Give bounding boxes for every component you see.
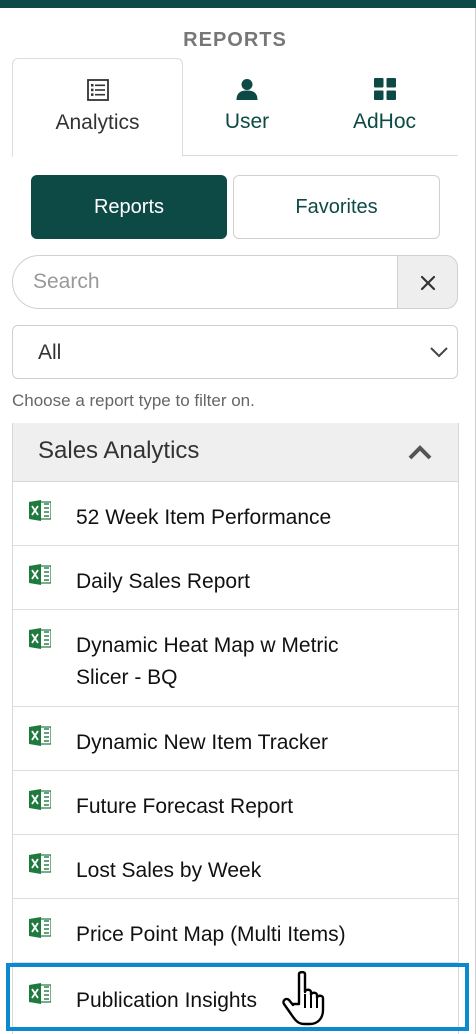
- chevron-up-icon: [408, 445, 432, 460]
- tab-bar: Analytics User AdHoc: [12, 58, 458, 157]
- report-item-label: Daily Sales Report: [76, 570, 250, 593]
- report-item[interactable]: Daily Sales Report: [13, 546, 458, 610]
- search-input[interactable]: [12, 255, 398, 309]
- report-item[interactable]: 52 Week Item Performance: [13, 482, 458, 546]
- report-item-label: Dynamic New Item Tracker: [76, 731, 329, 754]
- report-item[interactable]: Lost Sales by Week: [13, 835, 458, 899]
- report-item-label: Future Forecast Report: [76, 795, 294, 818]
- chevron-down-icon: [430, 347, 448, 358]
- clear-search-button[interactable]: [397, 255, 458, 309]
- tab-analytics[interactable]: Analytics: [12, 58, 183, 157]
- report-group-panel: Sales Analytics 52 Week Item Performance…: [12, 423, 459, 1034]
- excel-icon: [29, 725, 51, 746]
- excel-icon: [29, 917, 51, 938]
- selection-highlight: [6, 963, 469, 1031]
- tab-adhoc[interactable]: AdHoc: [322, 58, 447, 156]
- report-type-select[interactable]: All: [12, 325, 458, 379]
- user-icon: [236, 79, 258, 100]
- excel-icon: [29, 853, 51, 874]
- group-title: Sales Analytics: [38, 437, 200, 464]
- top-bar: [0, 0, 476, 8]
- report-item-label: Price Point Map (Multi Items): [76, 923, 346, 946]
- reports-button[interactable]: Reports: [31, 175, 227, 239]
- group-header-sales-analytics[interactable]: Sales Analytics: [13, 423, 458, 482]
- report-item-label: Lost Sales by Week: [76, 859, 262, 882]
- report-item-label: Dynamic Heat Map w Metric Slicer - BQ: [76, 634, 339, 689]
- favorites-button[interactable]: Favorites: [233, 175, 440, 239]
- tab-label: Analytics: [55, 111, 140, 134]
- report-item[interactable]: Price Point Map (Multi Items): [13, 899, 458, 963]
- report-item[interactable]: Dynamic New Item Tracker: [13, 707, 458, 771]
- report-item[interactable]: Future Forecast Report: [13, 771, 458, 835]
- hand-pointer-icon: [282, 970, 325, 1026]
- excel-icon: [29, 628, 51, 649]
- search-box: [12, 255, 458, 309]
- excel-icon: [29, 500, 51, 521]
- report-list-icon: [86, 79, 109, 101]
- tab-label: AdHoc: [352, 110, 417, 133]
- excel-icon: [29, 789, 51, 810]
- filter-help-text: Choose a report type to filter on.: [12, 391, 255, 410]
- tab-label: User: [224, 110, 270, 133]
- tab-user[interactable]: User: [197, 58, 297, 156]
- select-value: All: [38, 341, 62, 364]
- report-item-label: 52 Week Item Performance: [76, 506, 332, 529]
- report-item[interactable]: Dynamic Heat Map w Metric Slicer - BQ: [13, 610, 458, 707]
- grid-icon: [373, 78, 396, 100]
- page-title: REPORTS: [183, 29, 287, 51]
- close-icon: [420, 275, 436, 291]
- excel-icon: [29, 564, 51, 585]
